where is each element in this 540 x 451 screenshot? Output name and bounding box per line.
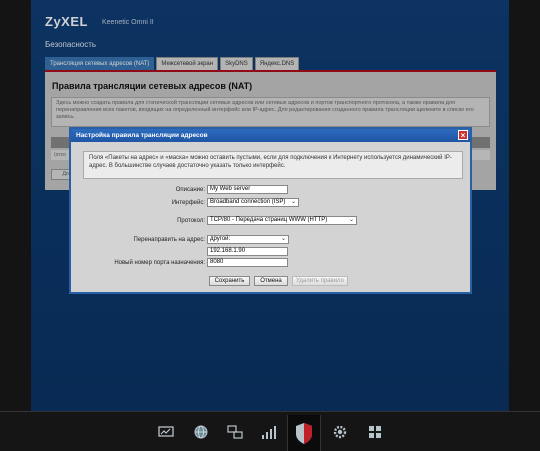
shield-icon[interactable] xyxy=(287,415,321,451)
close-icon[interactable]: × xyxy=(458,130,468,140)
interface-value: Broadband connection (ISP) xyxy=(210,199,286,205)
port-label: Новый номер порта назначения: xyxy=(114,260,205,266)
dialog-title: Настройка правила трансляции адресов xyxy=(76,132,208,139)
description-label: Описание: xyxy=(175,187,205,193)
cancel-button[interactable]: Отмена xyxy=(254,276,288,286)
signal-bars-icon[interactable] xyxy=(261,424,277,440)
protocol-select[interactable]: TCP/80 - Передача страниц WWW (HTTP) ⌄ xyxy=(207,216,357,225)
gear-icon[interactable] xyxy=(332,424,348,440)
redirect-select[interactable]: другой: ⌄ xyxy=(207,235,289,244)
redirect-ip-field[interactable]: 192.168.1.90 xyxy=(207,247,288,256)
monitor-icon[interactable] xyxy=(158,424,174,440)
port-field[interactable]: 8080 xyxy=(207,258,288,267)
apps-grid-icon[interactable] xyxy=(367,424,383,440)
redirect-label: Перенаправить на адрес: xyxy=(133,237,205,243)
protocol-label: Протокол: xyxy=(177,218,205,224)
save-button[interactable]: Сохранить xyxy=(209,276,250,286)
bottom-dock xyxy=(0,411,540,451)
dialog-note: Поля «Пакеты на адрес» и «маска» можно о… xyxy=(83,151,463,179)
chevron-down-icon: ⌄ xyxy=(280,236,286,242)
network-icon[interactable] xyxy=(227,424,243,440)
nat-rule-dialog: Настройка правила трансляции адресов × П… xyxy=(69,127,472,294)
interface-label: Интерфейс: xyxy=(171,200,205,206)
delete-rule-button[interactable]: Удалить правило xyxy=(292,276,348,286)
globe-icon[interactable] xyxy=(193,424,209,440)
description-field[interactable]: My Web server xyxy=(207,185,288,194)
interface-select[interactable]: Broadband connection (ISP) ⌄ xyxy=(207,198,299,207)
chevron-down-icon: ⌄ xyxy=(348,217,354,223)
protocol-value: TCP/80 - Передача страниц WWW (HTTP) xyxy=(210,217,328,223)
redirect-value: другой: xyxy=(210,236,231,242)
chevron-down-icon: ⌄ xyxy=(290,199,296,205)
dialog-title-bar: Настройка правила трансляции адресов × xyxy=(71,129,470,142)
